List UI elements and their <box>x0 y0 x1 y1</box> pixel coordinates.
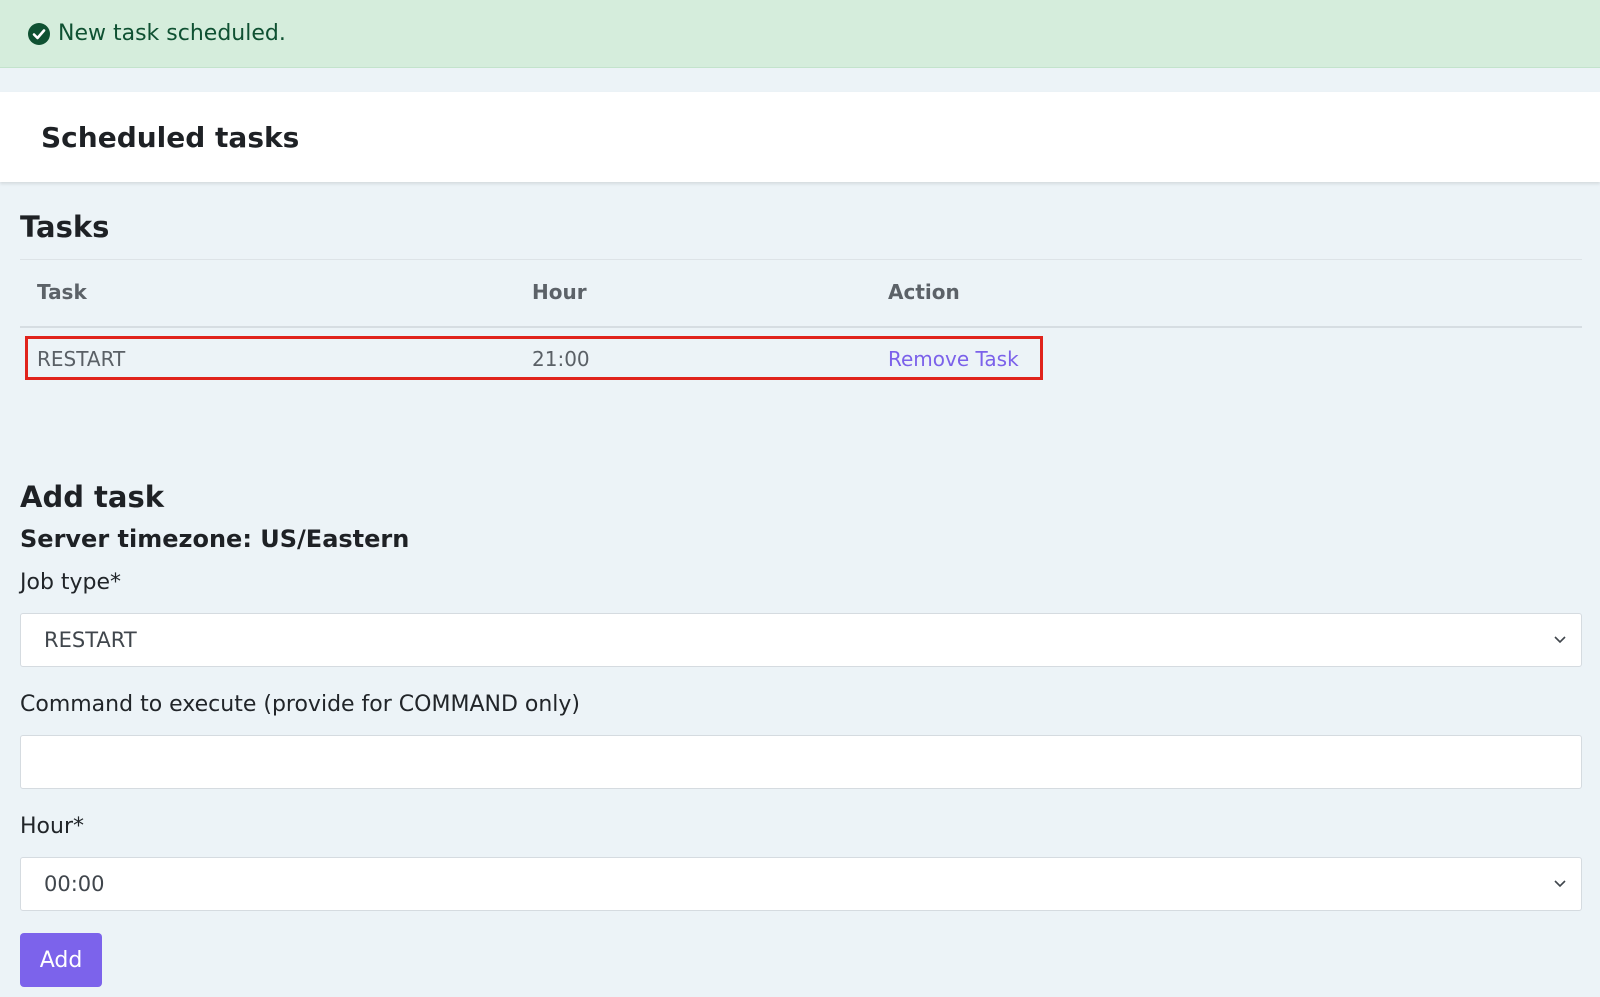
job-type-select[interactable]: RESTART <box>20 613 1582 667</box>
add-task-heading: Add task <box>20 480 165 514</box>
remove-task-link[interactable]: Remove Task <box>888 347 1019 371</box>
page-header: Scheduled tasks <box>0 92 1600 182</box>
table-header-divider <box>20 326 1582 328</box>
tasks-heading: Tasks <box>20 210 110 244</box>
add-button[interactable]: Add <box>20 933 102 987</box>
command-label: Command to execute (provide for COMMAND … <box>20 692 581 717</box>
page-title: Scheduled tasks <box>41 120 300 154</box>
chevron-down-icon <box>1554 880 1566 888</box>
hour-cell: 21:00 <box>532 347 590 371</box>
server-timezone: Server timezone: US/Eastern <box>20 525 410 553</box>
job-type-value: RESTART <box>44 628 137 652</box>
divider <box>20 259 1582 260</box>
command-input[interactable] <box>20 735 1582 789</box>
column-header-task: Task <box>37 280 87 304</box>
job-type-label: Job type* <box>20 570 122 595</box>
hour-select[interactable]: 00:00 <box>20 857 1582 911</box>
column-header-action: Action <box>888 280 960 304</box>
hour-value: 00:00 <box>44 872 105 896</box>
check-circle-icon <box>28 22 50 45</box>
column-header-hour: Hour <box>532 280 587 304</box>
alert-message: New task scheduled. <box>58 21 286 46</box>
task-cell: RESTART <box>37 347 126 371</box>
hour-label: Hour* <box>20 814 84 839</box>
success-alert: New task scheduled. <box>0 0 1600 68</box>
chevron-down-icon <box>1554 636 1566 644</box>
